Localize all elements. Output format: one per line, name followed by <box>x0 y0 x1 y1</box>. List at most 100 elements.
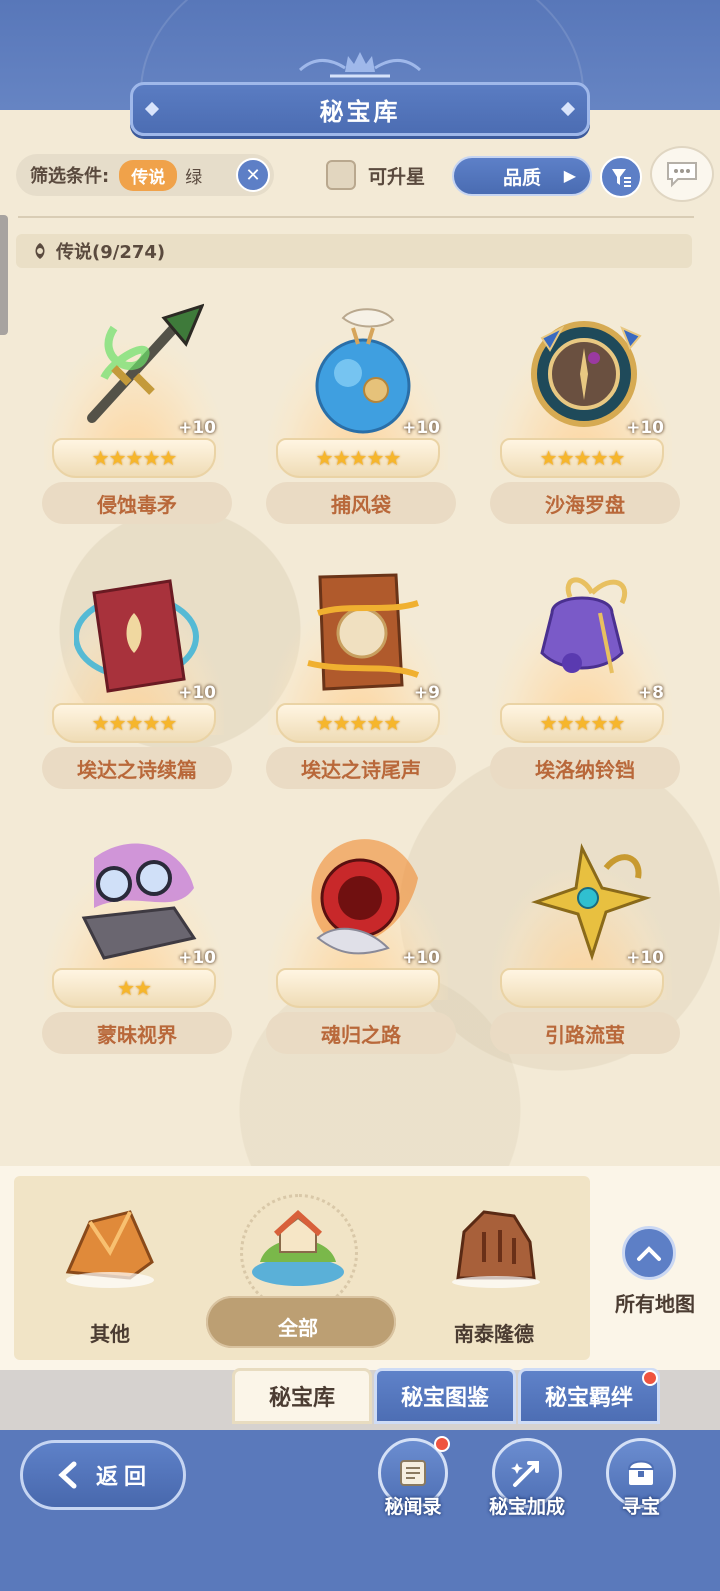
compass-icon <box>531 321 642 427</box>
pedestal <box>276 968 440 1008</box>
name-plate: 埃达之诗尾声 <box>266 747 456 789</box>
spear-icon <box>87 303 204 423</box>
star-rating: ★★★★★ <box>91 446 178 470</box>
diamond-icon <box>144 101 160 117</box>
book-icon <box>74 579 199 693</box>
name-plate: 埃洛纳铃铛 <box>490 747 680 789</box>
filter-tag[interactable]: 传说 <box>119 159 178 191</box>
treasure-card[interactable]: +10 ★★★★★ 埃达之诗续篇 <box>34 555 234 805</box>
region-nantai[interactable]: 南泰隆德 <box>414 1202 574 1346</box>
close-icon: ✕ <box>245 164 261 186</box>
level-badge: +10 <box>178 683 216 703</box>
ruins-icon <box>452 1210 540 1288</box>
star-rating: ★★ <box>117 976 152 1000</box>
item-name: 侵蚀毒矛 <box>97 492 177 517</box>
star-rating: ★★★★★ <box>539 711 626 735</box>
nav-label: 秘宝加成 <box>488 1496 565 1518</box>
sort-quality-button[interactable]: 品质 ▶ <box>452 156 592 196</box>
name-plate: 捕风袋 <box>266 482 456 524</box>
tab-label: 秘宝羁绊 <box>544 1386 633 1411</box>
nav-secrets[interactable]: 秘闻录 <box>368 1436 458 1526</box>
orb-icon <box>311 839 418 955</box>
treasure-card[interactable]: +9 ★★★★★ 埃达之诗尾声 <box>258 555 458 805</box>
chest-icon <box>627 1460 655 1485</box>
name-plate: 埃达之诗续篇 <box>42 747 232 789</box>
level-badge: +9 <box>413 683 440 703</box>
sort-label: 品质 <box>502 166 541 189</box>
back-button[interactable]: 返回 <box>20 1440 186 1510</box>
upgradable-checkbox[interactable] <box>326 160 356 190</box>
region-label: 全部 <box>278 1316 318 1340</box>
name-plate: 侵蚀毒矛 <box>42 482 232 524</box>
clear-filter-button[interactable]: ✕ <box>236 158 270 192</box>
tab-label: 秘宝库 <box>268 1386 335 1411</box>
region-other[interactable]: 其他 <box>30 1202 190 1346</box>
level-badge: +8 <box>637 683 664 703</box>
treasure-card[interactable]: +10 ★★ 蒙昧视界 <box>34 820 234 1070</box>
star-rating: ★★★★★ <box>91 711 178 735</box>
name-plate: 引路流萤 <box>490 1012 680 1054</box>
region-label: 南泰隆德 <box>454 1322 534 1346</box>
notification-dot <box>642 1370 658 1386</box>
nav-treasure-bonus[interactable]: 秘宝加成 <box>482 1436 572 1526</box>
item-name: 蒙昧视界 <box>97 1022 177 1047</box>
book-icon <box>307 573 420 691</box>
treasure-card[interactable]: +10 ★★★★★ 侵蚀毒矛 <box>34 290 234 540</box>
star-rating: ★★★★★ <box>315 711 402 735</box>
region-label: 其他 <box>90 1322 130 1346</box>
level-badge: +10 <box>626 418 664 438</box>
upgradable-label: 可升星 <box>368 166 426 188</box>
item-name: 埃达之诗尾声 <box>301 757 421 782</box>
chat-button[interactable] <box>650 146 714 202</box>
pedestal <box>500 968 664 1008</box>
side-handle[interactable] <box>0 215 8 335</box>
crown-ornament-icon <box>298 52 422 78</box>
item-name: 引路流萤 <box>545 1022 625 1047</box>
item-name: 捕风袋 <box>331 492 391 517</box>
bell-icon <box>540 577 628 674</box>
nav-label: 寻宝 <box>621 1496 660 1518</box>
funnel-icon <box>612 169 631 187</box>
section-header: 传说(9/274) <box>16 234 692 268</box>
tab-treasure-codex[interactable]: 秘宝图鉴 <box>374 1368 516 1424</box>
region-all[interactable]: 全部 <box>218 1202 378 1342</box>
tab-treasure-vault[interactable]: 秘宝库 <box>232 1368 372 1424</box>
chat-bubble-icon <box>667 162 697 188</box>
page-title: 秘宝库 <box>319 97 401 126</box>
level-badge: +10 <box>402 418 440 438</box>
level-badge: +10 <box>402 948 440 968</box>
star-rating: ★★★★★ <box>539 446 626 470</box>
filter-tag-overflow: 绿 <box>185 167 203 188</box>
level-badge: +10 <box>178 418 216 438</box>
glasses-icon <box>81 843 197 960</box>
wind-bag-icon <box>315 308 411 434</box>
filter-button[interactable] <box>600 156 642 198</box>
all-maps-button[interactable] <box>622 1226 676 1280</box>
legend-leaf-icon <box>35 243 45 259</box>
name-plate: 沙海罗盘 <box>490 482 680 524</box>
item-name: 沙海罗盘 <box>545 492 625 517</box>
divider <box>18 216 694 218</box>
treasure-card[interactable]: +8 ★★★★★ 埃洛纳铃铛 <box>482 555 682 805</box>
title-banner: 秘宝库 <box>130 82 590 136</box>
back-label: 返回 <box>95 1465 152 1490</box>
treasure-card[interactable]: +10 ★★★★★ 沙海罗盘 <box>482 290 682 540</box>
level-badge: +10 <box>178 948 216 968</box>
name-plate: 蒙昧视界 <box>42 1012 232 1054</box>
name-plate: 魂归之路 <box>266 1012 456 1054</box>
star-rating: ★★★★★ <box>315 446 402 470</box>
village-icon <box>252 1209 344 1286</box>
level-badge: +10 <box>626 948 664 968</box>
treasure-card[interactable]: +10 引路流萤 <box>482 820 682 1070</box>
nav-treasure-hunt[interactable]: 寻宝 <box>596 1436 686 1526</box>
filter-label: 筛选条件: <box>30 166 110 187</box>
treasure-card[interactable]: +10 ★★★★★ 捕风袋 <box>258 290 458 540</box>
nav-label: 秘闻录 <box>384 1496 442 1518</box>
boost-icon <box>511 1461 539 1487</box>
tab-treasure-bonds[interactable]: 秘宝羁绊 <box>518 1368 660 1424</box>
section-title: 传说(9/274) <box>56 242 166 263</box>
treasure-card[interactable]: +10 魂归之路 <box>258 820 458 1070</box>
diamond-icon <box>560 101 576 117</box>
back-arrow-icon <box>58 1461 77 1489</box>
all-maps-label: 所有地图 <box>615 1292 695 1316</box>
